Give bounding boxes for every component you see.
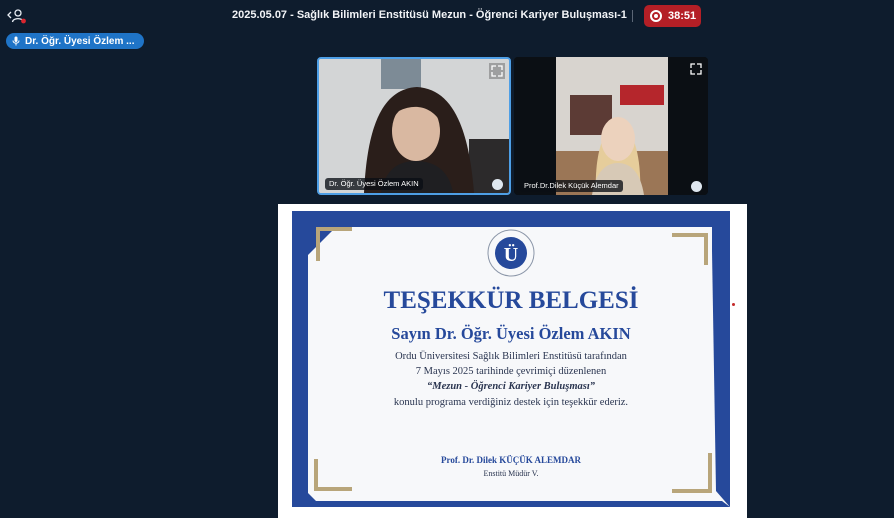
active-speaker-pill[interactable]: Dr. Öğr. Üyesi Özlem ...	[6, 33, 144, 49]
active-speaker-name: Dr. Öğr. Üyesi Özlem ...	[25, 35, 135, 47]
meeting-title: 2025.05.07 - Sağlık Bilimleri Enstitüsü …	[232, 9, 627, 21]
participant-name: Prof.Dr.Dilek Küçük Alemdar	[520, 180, 623, 192]
participant-video	[514, 57, 708, 195]
record-icon	[650, 10, 662, 22]
certificate-event-name: “Mezun - Öğrenci Kariyer Buluşması”	[426, 381, 596, 392]
certificate-recipient: Sayın Dr. Öğr. Üyesi Özlem AKIN	[391, 324, 631, 343]
certificate-line: 7 Mayıs 2025 tarihinde çevrimiçi düzenle…	[415, 366, 607, 377]
microphone-icon	[12, 36, 20, 46]
participants-icon[interactable]	[7, 7, 27, 25]
signer-title: Enstitü Müdür V.	[483, 469, 539, 478]
svg-text:Ü: Ü	[504, 243, 518, 266]
expand-icon[interactable]	[489, 63, 505, 79]
certificate-line: Ordu Üniversitesi Sağlık Bilimleri Ensti…	[395, 351, 627, 362]
certificate-line: konulu programa verdiğiniz destek için t…	[393, 397, 629, 408]
certificate: Ü TEŞEKKÜR BELGESİ Sayın Dr. Öğr. Üyesi …	[292, 211, 730, 507]
participant-name: Dr. Öğr. Üyesi Özlem AKIN	[325, 178, 423, 190]
signer-name: Prof. Dr. Dilek KÜÇÜK ALEMDAR	[441, 455, 581, 465]
pointer-dot	[732, 303, 735, 306]
microphone-icon	[691, 181, 702, 192]
recording-timer: 38:51	[668, 10, 697, 22]
university-logo: Ü	[487, 229, 535, 277]
participant-video	[319, 59, 509, 193]
meeting-toolbar: 2025.05.07 - Sağlık Bilimleri Enstitüsü …	[0, 0, 894, 32]
video-tile[interactable]: Dr. Öğr. Üyesi Özlem AKIN	[317, 57, 511, 195]
video-tile[interactable]: Prof.Dr.Dilek Küçük Alemdar	[514, 57, 708, 195]
microphone-icon	[492, 179, 503, 190]
certificate-title: TEŞEKKÜR BELGESİ	[383, 287, 639, 314]
recording-indicator[interactable]: 38:51	[644, 5, 701, 27]
expand-icon[interactable]	[688, 61, 704, 77]
title-divider	[632, 10, 633, 22]
